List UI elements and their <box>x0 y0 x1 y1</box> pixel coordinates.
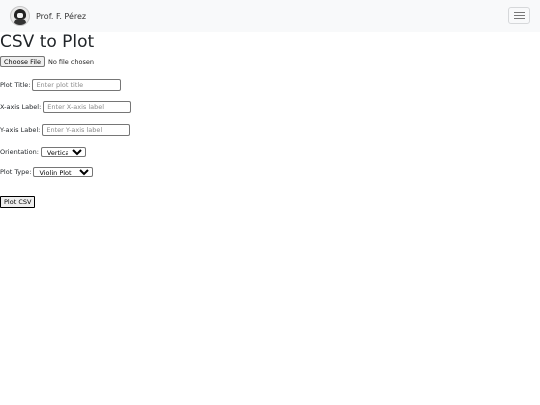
page-title: CSV to Plot <box>0 32 95 52</box>
hamburger-icon <box>513 12 525 13</box>
plot-type-row: Plot Type: Violin Plot <box>0 167 94 177</box>
x-label-row: X-axis Label: <box>0 101 132 113</box>
orientation-label: Orientation: <box>0 148 39 156</box>
plot-title-label: Plot Title: <box>0 81 31 89</box>
plot-type-select[interactable]: Violin Plot <box>33 167 94 177</box>
x-label-label: X-axis Label: <box>0 103 42 111</box>
avatar <box>10 6 30 26</box>
x-label-input[interactable] <box>43 101 132 113</box>
plot-csv-button[interactable]: Plot CSV <box>0 196 36 208</box>
brand[interactable]: Prof. F. Pérez <box>10 6 86 26</box>
y-label-row: Y-axis Label: <box>0 124 131 136</box>
navbar: Prof. F. Pérez <box>0 0 540 32</box>
orientation-select[interactable]: Vertical <box>40 147 86 157</box>
plot-title-row: Plot Title: <box>0 79 122 91</box>
orientation-row: Orientation: Vertical <box>0 147 86 157</box>
menu-toggle-button[interactable] <box>508 7 530 24</box>
y-label-input[interactable] <box>42 124 131 136</box>
file-status: No file chosen <box>47 57 94 66</box>
plot-type-label: Plot Type: <box>0 168 32 176</box>
y-label-label: Y-axis Label: <box>0 126 41 134</box>
brand-name[interactable]: Prof. F. Pérez <box>36 12 86 21</box>
choose-file-button[interactable]: Choose File <box>0 56 45 67</box>
plot-title-input[interactable] <box>32 79 122 91</box>
file-input[interactable]: Choose File No file chosen <box>0 56 94 67</box>
